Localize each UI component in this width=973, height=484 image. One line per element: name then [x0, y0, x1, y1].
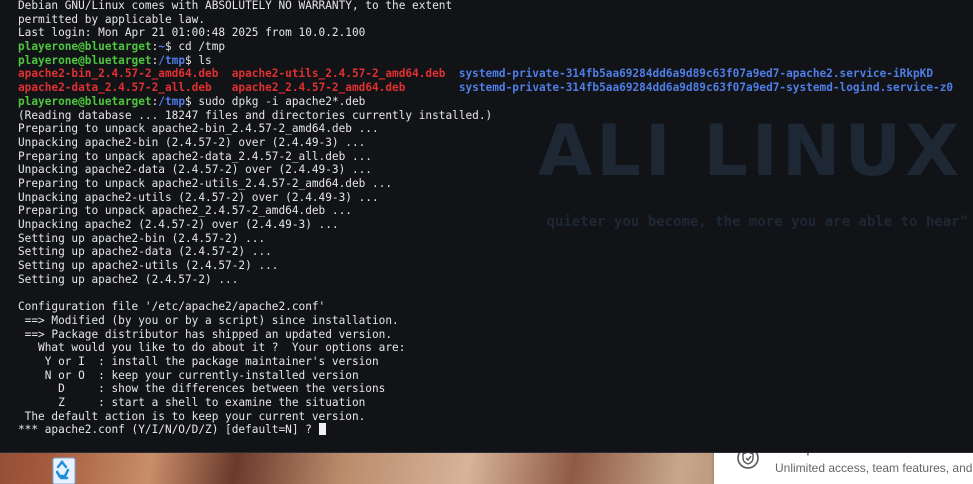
dpkg-prompt: *** apache2.conf (Y/I/N/O/D/Z) [default=… [18, 423, 319, 437]
desktop-background: View plans Unlimited access, team featur… [0, 0, 973, 484]
terminal-line: Setting up apache2-data (2.4.57-2) ... [18, 245, 272, 259]
ls-output-row: apache2-data_2.4.57-2_all.deb apache2_2.… [18, 81, 973, 95]
terminal-line: Debian GNU/Linux comes with ABSOLUTELY N… [18, 0, 453, 12]
terminal-line: Unpacking apache2-utils (2.4.57-2) over … [18, 190, 379, 204]
terminal-line: ==> Package distributor has shipped an u… [18, 327, 393, 341]
terminal-input-line[interactable]: *** apache2.conf (Y/I/N/O/D/Z) [default=… [18, 423, 973, 437]
terminal-line: permitted by applicable law. [18, 12, 206, 26]
terminal-line: Setting up apache2-utils (2.4.57-2) ... [18, 259, 279, 273]
terminal-line: (Reading database ... 18247 files and di… [18, 108, 493, 122]
terminal-cursor[interactable] [318, 423, 326, 436]
deb-file: apache2-bin_2.4.57-2_amd64.deb [18, 67, 219, 81]
prompt-user: playerone@bluetarget [18, 94, 152, 108]
terminal-line: D : show the differences between the ver… [18, 382, 386, 396]
terminal-prompt-line: playerone@bluetarget:/tmp$ ls [18, 53, 212, 67]
terminal-line: Setting up apache2 (2.4.57-2) ... [18, 272, 239, 286]
prompt-path: ~ [158, 40, 165, 54]
command-text: ls [191, 53, 212, 67]
directory-entry: systemd-private-314fb5aa69284dd6a9d89c63… [458, 67, 934, 81]
terminal-line: Z : start a shell to examine the situati… [18, 395, 366, 409]
terminal-line: The default action is to keep your curre… [18, 409, 366, 423]
terminal-line: Last login: Mon Apr 21 01:00:48 2025 fro… [18, 26, 366, 40]
ls-output-row: apache2-bin_2.4.57-2_amd64.deb apache2-u… [18, 67, 973, 81]
terminal-line: Unpacking apache2 (2.4.57-2) over (2.4.4… [18, 218, 339, 231]
terminal-line: N or O : keep your currently-installed v… [18, 368, 359, 382]
prompt-path: /tmp [158, 53, 185, 67]
terminal-line: Y or I : install the package maintainer'… [18, 354, 379, 368]
terminal-line: Setting up apache2-bin (2.4.57-2) ... [18, 231, 266, 245]
prompt-user: playerone@bluetarget [18, 40, 152, 54]
terminal-line: ==> Modified (by you or by a script) sin… [18, 313, 399, 327]
terminal-line: Preparing to unpack apache2-bin_2.4.57-2… [18, 122, 379, 136]
notification-body: Unlimited access, team features, and [775, 461, 973, 475]
terminal-output[interactable]: Debian GNU/Linux comes with ABSOLUTELY N… [18, 0, 973, 437]
terminal-line: Unpacking apache2-data (2.4.57-2) over (… [18, 163, 372, 177]
terminal-prompt-line: playerone@bluetarget:~$ cd /tmp [18, 40, 226, 54]
directory-entry: systemd-private-314fb5aa69284dd6a9d89c63… [458, 81, 954, 95]
command-text: cd /tmp [171, 40, 226, 54]
deb-file: apache2_2.4.57-2_amd64.deb [231, 81, 406, 95]
terminal-line: Preparing to unpack apache2-data_2.4.57-… [18, 149, 372, 163]
terminal-line: Unpacking apache2-bin (2.4.57-2) over (2… [18, 135, 366, 149]
terminal-prompt-line: playerone@bluetarget:/tmp$ sudo dpkg -i … [18, 94, 366, 108]
prompt-user: playerone@bluetarget [18, 53, 152, 67]
terminal-line: What would you like to do about it ? You… [18, 341, 406, 355]
terminal-line: Configuration file '/etc/apache2/apache2… [18, 300, 326, 314]
terminal-window[interactable]: ALI LINUX quieter you become, the more y… [0, 0, 973, 453]
terminal-line: Preparing to unpack apache2-utils_2.4.57… [18, 176, 393, 190]
prompt-path: /tmp [158, 94, 185, 108]
recycle-bin-icon[interactable] [46, 452, 82, 484]
deb-file: apache2-data_2.4.57-2_all.deb [18, 81, 212, 95]
deb-file: apache2-utils_2.4.57-2_amd64.deb [231, 67, 446, 81]
command-text: sudo dpkg -i apache2*.deb [191, 94, 366, 108]
terminal-line: Preparing to unpack apache2_2.4.57-2_amd… [18, 204, 352, 218]
